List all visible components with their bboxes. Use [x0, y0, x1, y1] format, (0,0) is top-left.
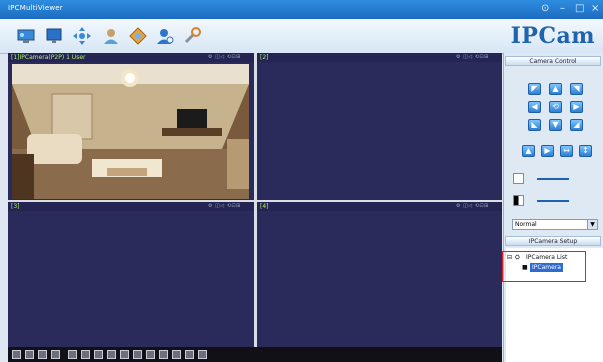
tools-icon[interactable]	[182, 26, 202, 46]
video-pane-1[interactable]: [1]IPCamera(P2P) 1 User ⚙ ◫◁ ⟲⊡⊞	[8, 53, 254, 200]
minimize-button[interactable]: –	[560, 3, 565, 15]
brightness-slider[interactable]	[537, 178, 569, 180]
layout-button[interactable]	[51, 350, 60, 359]
brightness-icon	[513, 173, 524, 184]
layout-button[interactable]	[185, 350, 194, 359]
ptz-center-button[interactable]: ⟲	[549, 101, 562, 113]
pane-controls[interactable]: ⚙ ◫◁ ⟲⊡⊞	[456, 202, 489, 211]
ptz-up-right-button[interactable]: ◥	[570, 83, 583, 95]
contrast-slider[interactable]	[537, 200, 569, 202]
user-icon[interactable]	[101, 26, 121, 46]
highlight-box	[502, 251, 586, 282]
layout-button[interactable]	[198, 350, 207, 359]
settings-icon[interactable]	[128, 26, 148, 46]
ptz-stretch-button[interactable]: ↔	[560, 145, 573, 157]
close-button[interactable]: ×	[591, 3, 599, 15]
ptz-vertical-patrol-button[interactable]: ▲	[522, 145, 535, 157]
contrast-icon	[513, 195, 524, 206]
ptz-arrows-icon[interactable]	[72, 26, 92, 46]
layout-button[interactable]	[94, 350, 103, 359]
pane-controls[interactable]: ⚙ ◫◁ ⟲⊡⊞	[208, 202, 241, 211]
add-user-icon[interactable]	[155, 26, 175, 46]
ptz-horizontal-patrol-button[interactable]: ▶	[541, 145, 554, 157]
ptz-vertical-stretch-button[interactable]: ↕	[579, 145, 592, 157]
mode-select[interactable]: Normal ▼	[512, 219, 598, 230]
layout-button[interactable]	[133, 350, 142, 359]
layout-button[interactable]	[172, 350, 181, 359]
display-icon[interactable]	[44, 26, 64, 46]
pane-controls[interactable]: ⚙ ◫◁ ⟲⊡⊞	[208, 53, 241, 62]
layout-button[interactable]	[68, 350, 77, 359]
ptz-down-button[interactable]: ▼	[549, 119, 562, 131]
ptz-down-right-button[interactable]: ◢	[570, 119, 583, 131]
pane-controls[interactable]: ⚙ ◫◁ ⟲⊡⊞	[456, 53, 489, 62]
window-title: IPCMultiViewer	[8, 4, 63, 12]
brand-logo: IPCam	[510, 23, 595, 49]
video-grid: [1]IPCamera(P2P) 1 User ⚙ ◫◁ ⟲⊡⊞ [2] ⚙ ◫…	[8, 53, 502, 347]
mode-select-value: Normal	[515, 221, 537, 228]
video-pane-3[interactable]: [3] ⚙ ◫◁ ⟲⊡⊞	[8, 202, 254, 347]
layout-button[interactable]	[81, 350, 90, 359]
layout-button[interactable]	[146, 350, 155, 359]
layout-button[interactable]	[25, 350, 34, 359]
title-bar: IPCMultiViewer ⊙ – □ ×	[0, 0, 603, 19]
video-pane-4[interactable]: [4] ⚙ ◫◁ ⟲⊡⊞	[257, 202, 502, 347]
camera-setup-header: IPCamera Setup	[505, 236, 601, 246]
camera-control-header: Camera Control	[505, 56, 601, 66]
monitor-icon[interactable]	[16, 26, 36, 46]
ptz-up-button[interactable]: ▲	[549, 83, 562, 95]
help-icon[interactable]: ⊙	[541, 3, 549, 15]
video-pane-2[interactable]: [2] ⚙ ◫◁ ⟲⊡⊞	[257, 53, 502, 200]
maximize-button[interactable]: □	[575, 3, 584, 15]
ptz-left-button[interactable]: ◀	[528, 101, 541, 113]
layout-button[interactable]	[107, 350, 116, 359]
camera-feed-image	[12, 64, 249, 199]
app-window: IPCMultiViewer ⊙ – □ × IPCam [1]IPCamera…	[0, 0, 603, 362]
ptz-right-button[interactable]: ▶	[570, 101, 583, 113]
ptz-up-left-button[interactable]: ◤	[528, 83, 541, 95]
layout-button[interactable]	[12, 350, 21, 359]
chevron-down-icon[interactable]: ▼	[587, 220, 597, 229]
layout-button[interactable]	[38, 350, 47, 359]
layout-bar	[8, 347, 502, 362]
layout-button[interactable]	[159, 350, 168, 359]
ptz-down-left-button[interactable]: ◣	[528, 119, 541, 131]
layout-button[interactable]	[120, 350, 129, 359]
